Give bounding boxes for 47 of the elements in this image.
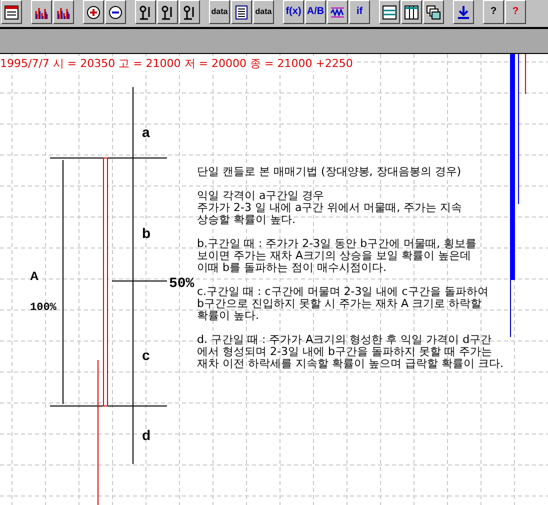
columns-icon xyxy=(404,4,419,20)
zone-label: c xyxy=(142,347,150,363)
formula-button[interactable]: if xyxy=(349,0,370,24)
pin-icon xyxy=(160,4,175,20)
toolbar-button[interactable] xyxy=(1,0,22,24)
notes-paragraph: c.구간일 때 : c구간에 머물며 2-3일 내에 c구간을 돌파하여 b구간으로 진입하지 못할 시 주가는 재차 A 크기로 하락할 확률이 높다. xyxy=(197,286,490,322)
notes-title: 단일 캔들로 본 매매기법 (장대양봉, 장대음봉의 경우) xyxy=(197,166,462,178)
pin-icon xyxy=(138,4,153,20)
percent-label: 50% xyxy=(169,276,194,292)
toolbar-button[interactable] xyxy=(105,0,126,24)
toolbar-button[interactable] xyxy=(401,0,422,24)
zone-label: a xyxy=(142,124,150,140)
rows-icon xyxy=(382,4,397,20)
toolbar-button[interactable] xyxy=(327,0,348,24)
notes-paragraph: d. 구간일 때 : 주가가 A크기의 형성한 후 익일 가격이 d구간 에서 형성되며 2-3일 내에 b구간을 돌파하지 못할 때 주가는 재차 이전 하락세를 지속할 확률이 높으며 급락할 확률이 크다. xyxy=(197,334,504,370)
notes-paragraph: b.구간일 때 : 주가가 2-3일 동안 b구간에 머물때, 횡보를 보이면 주가는 재차 A크기의 상승을 보일 확률이 높은데 이때 b를 돌파하는 점이 매수시점이다. xyxy=(197,238,478,274)
data-button[interactable]: data xyxy=(209,0,230,24)
size-label: A xyxy=(30,269,39,283)
zoom-in-icon xyxy=(86,4,101,20)
indicator-line xyxy=(525,54,526,94)
toolbar-button[interactable] xyxy=(423,0,444,24)
zoom-out-icon xyxy=(108,4,123,20)
toolbar-button[interactable] xyxy=(83,0,104,24)
formula-button[interactable]: f(x) xyxy=(283,0,304,24)
toolbar-button[interactable] xyxy=(453,0,474,24)
toolbar-button[interactable] xyxy=(31,0,52,24)
indicator-line xyxy=(510,280,511,338)
midpoint-line xyxy=(112,280,168,282)
data-button[interactable]: data xyxy=(253,0,274,24)
percent-label: 100% xyxy=(30,302,56,314)
toolbar-button[interactable] xyxy=(135,0,156,24)
notes-paragraph: 익일 각격이 a구간일 경우 주가가 2-3 일 내에 a구간 위에서 머물때, 주가는 지속 상승할 확률이 높다. xyxy=(197,190,464,226)
down-arrow-icon xyxy=(456,4,471,20)
calendar-icon xyxy=(4,4,19,20)
windows-icon xyxy=(426,4,441,20)
pin-icon xyxy=(182,4,197,20)
toolbar-button[interactable] xyxy=(179,0,200,24)
help-button[interactable]: ? xyxy=(483,0,504,24)
zone-label: d xyxy=(142,427,151,443)
formula-button[interactable]: A/B xyxy=(305,0,326,24)
toolbar-button[interactable] xyxy=(157,0,178,24)
zone-label: b xyxy=(142,225,151,241)
wave-icon xyxy=(330,4,345,20)
list-icon xyxy=(234,4,249,20)
toolbar-button[interactable] xyxy=(379,0,400,24)
toolbar-button[interactable] xyxy=(231,0,252,24)
toolbar-button[interactable] xyxy=(53,0,74,24)
